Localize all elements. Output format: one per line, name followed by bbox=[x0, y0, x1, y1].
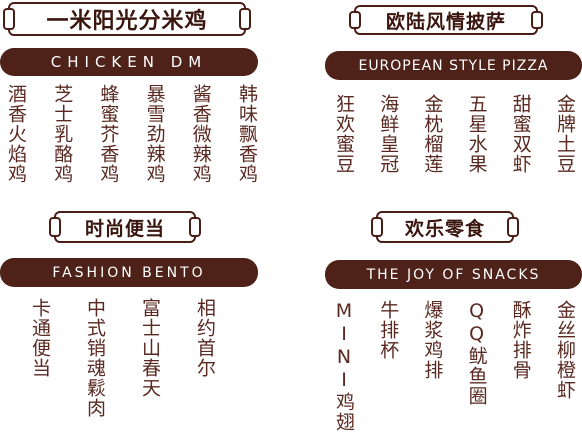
menu-item: 五星水果 bbox=[465, 94, 488, 174]
menu-items: 卡通便当 中式销魂鬏肉 富士山春天 相约首尔 bbox=[29, 298, 216, 418]
section-banner: THE JOY OF SNACKS bbox=[325, 260, 582, 289]
menu-item: QQ鱿鱼圈 bbox=[465, 300, 488, 406]
section-banner: FASHION BENTO bbox=[0, 258, 258, 287]
menu-item: 暴雪劲辣鸡 bbox=[143, 84, 166, 184]
menu-item: 酒香火焰鸡 bbox=[5, 84, 27, 184]
section-title: 欧陆风情披萨 bbox=[349, 5, 543, 35]
menu-item: 狂欢蜜豆 bbox=[333, 94, 355, 174]
menu-item: 酥炸排骨 bbox=[509, 300, 532, 380]
section-title: 一米阳光分米鸡 bbox=[3, 2, 251, 36]
menu-item: 金丝柳橙虾 bbox=[553, 300, 576, 400]
section-banner: EUROPEAN STYLE PIZZA bbox=[325, 51, 582, 80]
menu-item: 富士山春天 bbox=[139, 298, 161, 398]
menu-item: 蜂蜜芥香鸡 bbox=[97, 84, 120, 184]
menu-item: 芝士乳酪鸡 bbox=[51, 84, 74, 184]
menu-items: 酒香火焰鸡 芝士乳酪鸡 蜂蜜芥香鸡 暴雪劲辣鸡 酱香微辣鸡 韩味飘香鸡 bbox=[5, 84, 258, 184]
menu-item: 海鲜皇冠 bbox=[377, 94, 400, 174]
section-title: 时尚便当 bbox=[49, 211, 201, 243]
menu-item: 相约首尔 bbox=[194, 298, 216, 378]
menu-item: 卡通便当 bbox=[29, 298, 51, 378]
section-title: 欢乐零食 bbox=[371, 211, 519, 243]
menu-items: MINI鸡翅 牛排杯 爆浆鸡排 QQ鱿鱼圈 酥炸排骨 金丝柳橙虾 bbox=[333, 300, 576, 432]
menu-items: 狂欢蜜豆 海鲜皇冠 金枕榴莲 五星水果 甜蜜双虾 金牌土豆 bbox=[333, 94, 576, 174]
menu-item: 爆浆鸡排 bbox=[421, 300, 444, 380]
section-banner: CHICKEN DM bbox=[0, 48, 258, 76]
menu-item: 韩味飘香鸡 bbox=[235, 84, 258, 184]
menu-item: MINI鸡翅 bbox=[333, 300, 355, 432]
menu-item: 酱香微辣鸡 bbox=[189, 84, 212, 184]
menu-item: 金枕榴莲 bbox=[421, 94, 444, 174]
menu-item: 牛排杯 bbox=[377, 300, 400, 360]
menu-item: 金牌土豆 bbox=[553, 94, 576, 174]
menu-item: 中式销魂鬏肉 bbox=[84, 298, 106, 418]
menu-item: 甜蜜双虾 bbox=[509, 94, 532, 174]
